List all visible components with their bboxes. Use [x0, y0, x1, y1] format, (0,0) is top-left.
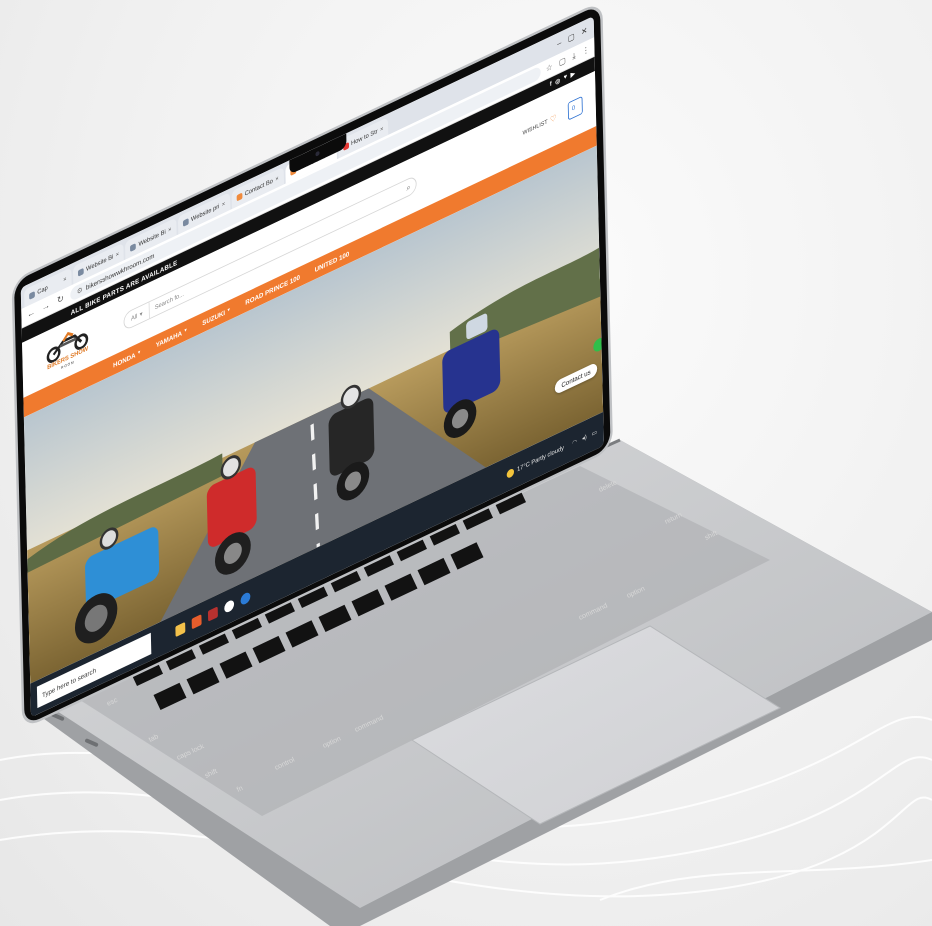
close-window-button[interactable]: ✕ [581, 25, 587, 38]
camera-icon [315, 150, 320, 157]
close-tab-icon[interactable]: × [380, 125, 383, 133]
page-icon [77, 267, 84, 277]
cart-icon[interactable]: 0 [567, 95, 583, 121]
chrome-icon[interactable] [224, 598, 235, 614]
chevron-down-icon: ▼ [226, 306, 231, 314]
search-icon[interactable]: ⌕ [401, 179, 416, 196]
volume-icon[interactable]: ◂) [582, 433, 587, 442]
star-icon[interactable]: ☆ [546, 62, 553, 75]
page-icon [130, 242, 137, 252]
reload-icon[interactable]: ↻ [56, 293, 66, 307]
extensions-icon[interactable]: ▢ [559, 55, 566, 68]
heart-icon: ♡ [549, 112, 557, 125]
cart-count: 0 [571, 104, 576, 113]
wishlist-link[interactable]: WISHLIST ♡ [522, 112, 556, 138]
back-icon[interactable]: ← [26, 307, 36, 321]
page-icon [182, 217, 189, 227]
chevron-down-icon: ▾ [139, 310, 143, 319]
chevron-down-icon: ▼ [137, 349, 142, 357]
close-tab-icon[interactable]: × [222, 200, 225, 208]
menu-icon[interactable]: ⋮ [582, 44, 590, 57]
edge-icon[interactable] [240, 590, 251, 607]
instagram-icon[interactable]: ◎ [555, 77, 560, 87]
file-explorer-icon[interactable] [175, 621, 186, 638]
close-tab-icon[interactable]: × [116, 251, 119, 259]
site-settings-icon[interactable]: ⚙ [77, 285, 83, 296]
wifi-icon[interactable]: ◠ [572, 438, 577, 448]
pinterest-icon[interactable]: ♥ [564, 73, 568, 82]
close-tab-icon[interactable]: × [168, 226, 171, 234]
weather-icon [506, 467, 514, 479]
search-category-select[interactable]: All ▾ [124, 301, 151, 331]
page-icon [29, 290, 35, 300]
minimize-button[interactable]: – [557, 38, 561, 50]
maximize-button[interactable]: ▢ [568, 31, 575, 44]
close-tab-icon[interactable]: × [275, 175, 278, 183]
chevron-down-icon: ▼ [183, 327, 188, 335]
page-icon [236, 192, 243, 202]
facebook-icon[interactable]: f [550, 81, 552, 89]
system-tray: ◠ ◂) ▭ [572, 428, 597, 447]
youtube-icon[interactable]: ▶ [571, 70, 576, 79]
close-tab-icon[interactable]: × [63, 275, 66, 283]
download-icon[interactable]: ⤓ [572, 51, 575, 62]
acrobat-icon[interactable] [207, 606, 218, 622]
office-icon[interactable] [191, 614, 202, 630]
notifications-icon[interactable]: ▭ [592, 428, 598, 438]
forward-icon[interactable]: → [41, 300, 51, 314]
